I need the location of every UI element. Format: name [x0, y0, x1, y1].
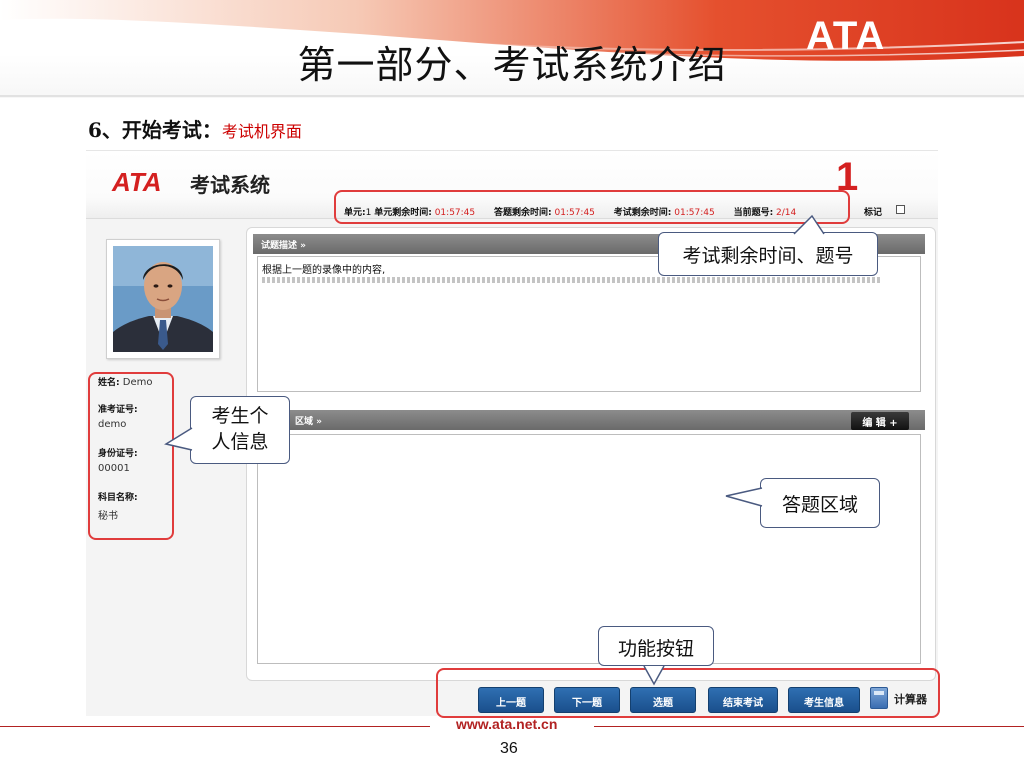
answer-section-title: 区域 » — [295, 417, 322, 427]
slide-header: 第一部分、考试系统介绍 ATA — [0, 0, 1024, 98]
brand-logo: ATA — [806, 14, 886, 58]
subtitle-prefix: 6、开始考试： — [88, 118, 222, 142]
callout-candidate-info-line1: 考生个 — [211, 405, 269, 427]
footer-line-right — [594, 726, 1024, 727]
slide-subtitle: 6、开始考试：考试机界面 — [88, 114, 302, 143]
status-highlight-outline — [334, 190, 850, 224]
callout-candidate-info: 考生个 人信息 — [190, 396, 290, 464]
footer-url: www.ata.net.cn — [456, 716, 558, 732]
answer-area[interactable] — [257, 434, 921, 664]
callout-tail-buttons — [643, 665, 665, 686]
candidate-photo — [113, 246, 213, 352]
question-text-garbled — [262, 277, 882, 283]
candidate-photo-frame — [106, 239, 220, 359]
callout-tail-time — [793, 214, 825, 235]
callout-answer-area: 答题区域 — [760, 478, 880, 528]
answer-section-header: 区域 » — [253, 410, 925, 430]
callout-function-buttons: 功能按钮 — [598, 626, 714, 666]
mark-label: 标记 — [864, 208, 883, 218]
callout-tail-candidate — [164, 427, 193, 451]
candidate-info-outline — [88, 372, 174, 540]
app-name: 考试系统 — [190, 173, 270, 197]
subtitle-highlight: 考试机界面 — [221, 122, 302, 141]
footer-line-left — [0, 726, 430, 727]
callout-tail-answer — [725, 487, 763, 507]
question-text-box[interactable]: 根据上一题的录像中的内容, — [257, 256, 921, 392]
function-buttons-outline — [436, 668, 940, 718]
callout-time-and-number: 考试剩余时间、题号 — [658, 232, 878, 276]
page-number: 36 — [500, 740, 518, 757]
question-text: 根据上一题的录像中的内容, — [262, 265, 386, 276]
app-logo: ATA — [112, 167, 162, 197]
callout-candidate-info-line2: 人信息 — [211, 431, 269, 453]
main-panel: 试题描述 » 根据上一题的录像中的内容, 区域 » 编 辑 + — [246, 227, 936, 681]
edit-button[interactable]: 编 辑 + — [851, 412, 909, 430]
mark-checkbox[interactable] — [896, 205, 905, 214]
